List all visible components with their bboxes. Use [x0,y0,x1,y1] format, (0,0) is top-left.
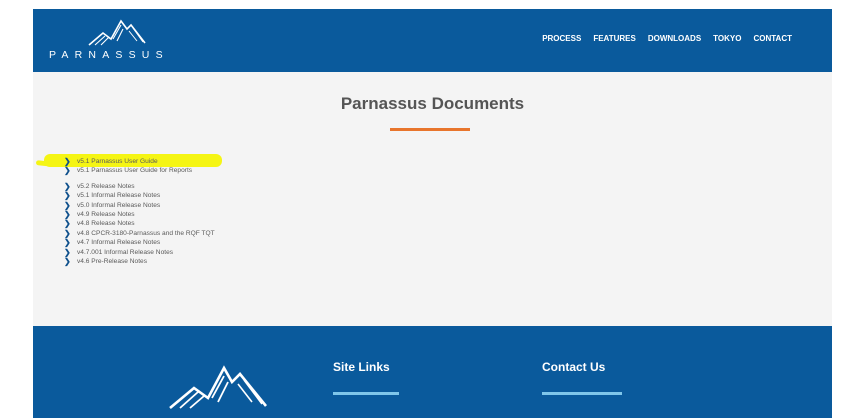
document-link-label[interactable]: v4.6 Pre-Release Notes [77,257,147,266]
chevron-right-icon: ❯ [64,181,71,191]
chevron-right-icon: ❯ [64,209,71,219]
parnassus-logo[interactable]: PARNASSUS [49,13,189,68]
footer-divider [333,392,399,395]
footer-contact-heading: Contact Us [542,360,606,374]
chevron-right-icon: ❯ [64,166,71,176]
nav-process[interactable]: PROCESS [542,34,581,43]
main-nav: PROCESS FEATURES DOWNLOADS TOKYO CONTACT [542,34,792,43]
document-link-label[interactable]: v5.1 Parnassus User Guide [77,157,158,166]
chevron-right-icon: ❯ [64,219,71,229]
footer-divider [542,392,622,395]
site-header: PARNASSUS PROCESS FEATURES DOWNLOADS TOK… [33,9,832,72]
chevron-right-icon: ❯ [64,238,71,248]
document-link-label[interactable]: v5.1 Informal Release Notes [77,191,160,200]
footer-site-links-heading: Site Links [333,360,390,374]
nav-tokyo[interactable]: TOKYO [713,34,741,43]
logo-wordmark: PARNASSUS [49,49,169,61]
chevron-right-icon: ❯ [64,191,71,201]
page-title: Parnassus Documents [340,94,525,113]
chevron-right-icon: ❯ [64,247,71,257]
document-link-label[interactable]: v4.7 Informal Release Notes [77,238,160,247]
document-link-label[interactable]: v4.7.001 Informal Release Notes [77,248,173,257]
document-link-label[interactable]: v5.0 Informal Release Notes [77,201,160,210]
document-link-label[interactable]: v5.1 Parnassus User Guide for Reports [77,166,192,175]
chevron-right-icon: ❯ [64,157,71,166]
nav-features[interactable]: FEATURES [593,34,636,43]
chevron-right-icon: ❯ [64,228,71,238]
document-link-label[interactable]: v4.8 Release Notes [77,219,135,228]
document-link-label[interactable]: v4.8 CPCR-3180-Parnassus and the RQF TQT [77,229,215,238]
chevron-right-icon: ❯ [64,256,71,266]
mountain-logo-icon [88,19,146,46]
nav-contact[interactable]: CONTACT [753,34,792,43]
document-link-label[interactable]: v4.9 Release Notes [77,210,135,219]
document-link-label[interactable]: v5.2 Release Notes [77,182,135,191]
mountain-logo-icon [169,365,268,409]
site-footer: Site Links Contact Us [33,326,832,418]
nav-downloads[interactable]: DOWNLOADS [648,34,701,43]
documents-section: Parnassus Documents ❯ v5.1 Parnassus Use… [33,72,832,326]
chevron-right-icon: ❯ [64,200,71,210]
title-underline [390,128,470,131]
